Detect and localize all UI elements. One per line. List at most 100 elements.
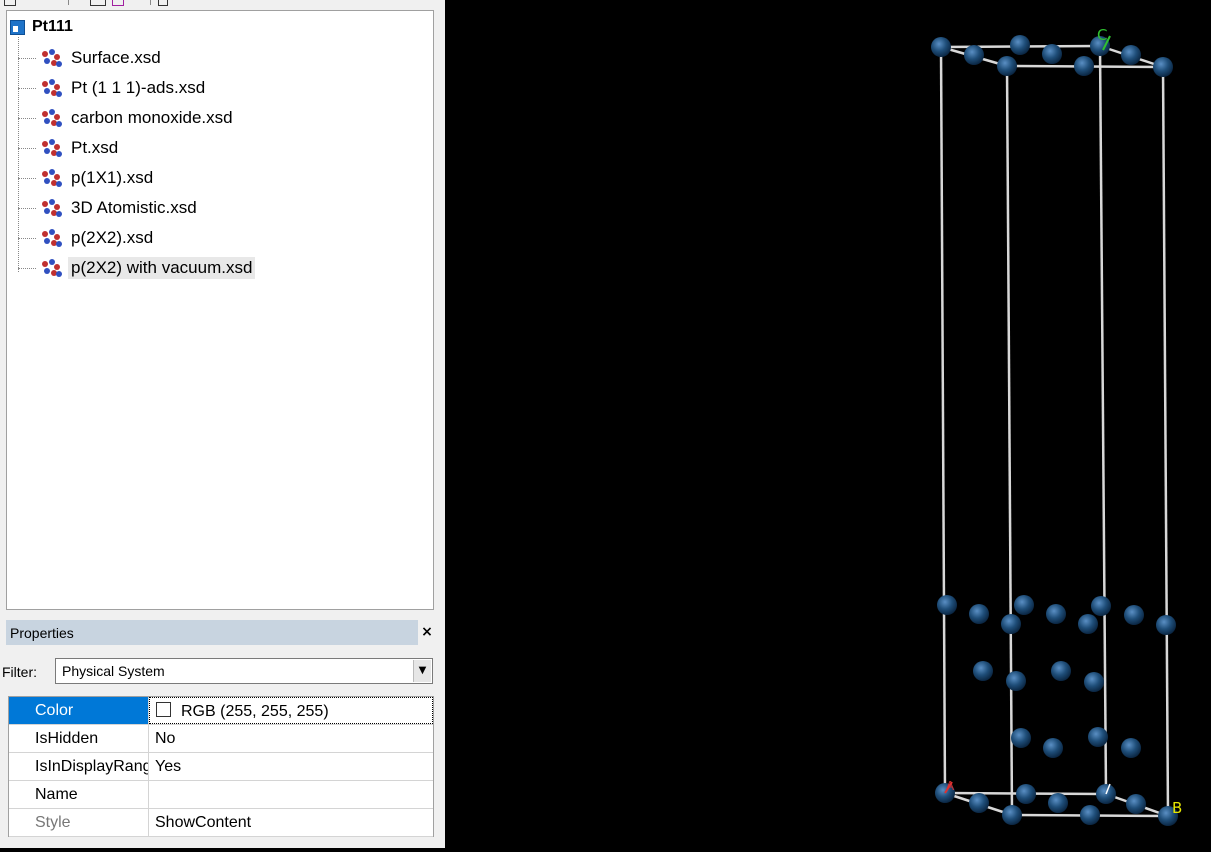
property-row[interactable]: Name xyxy=(9,781,433,809)
properties-header: Properties xyxy=(6,620,418,645)
property-value[interactable]: Yes xyxy=(149,753,433,780)
properties-title: Properties xyxy=(10,624,74,641)
tree-item[interactable]: p(2X2) with vacuum.xsd xyxy=(18,256,256,280)
molecule-icon xyxy=(40,169,62,187)
toolbar-button-icon[interactable] xyxy=(90,0,106,6)
property-value-text: ShowContent xyxy=(155,814,252,831)
pt-atom[interactable] xyxy=(1016,784,1036,804)
tree-item[interactable]: p(2X2).xsd xyxy=(18,226,156,250)
pt-atom[interactable] xyxy=(931,37,951,57)
property-value-text: No xyxy=(155,730,176,747)
pt-atom[interactable] xyxy=(1011,728,1031,748)
pt-atom[interactable] xyxy=(1121,45,1141,65)
chevron-down-icon[interactable]: ▼ xyxy=(413,660,431,682)
tree-item-label: 3D Atomistic.xsd xyxy=(71,198,197,217)
molecule-icon xyxy=(40,229,62,247)
pt-atom[interactable] xyxy=(1126,794,1146,814)
pt-atom[interactable] xyxy=(1048,793,1068,813)
structure-viewer[interactable]: B C A xyxy=(445,0,1211,848)
filter-select[interactable]: Physical System ▼ xyxy=(55,658,433,684)
unit-cell-edge xyxy=(939,46,947,794)
property-name: Style xyxy=(9,809,149,836)
pt-atom[interactable] xyxy=(1091,596,1111,616)
property-grid: Color RGB (255, 255, 255) IsHidden No IsInDi… xyxy=(8,696,434,837)
property-row[interactable]: IsHidden No xyxy=(9,725,433,753)
property-value[interactable] xyxy=(149,781,433,808)
pt-atom[interactable] xyxy=(1074,56,1094,76)
property-row[interactable]: Color RGB (255, 255, 255) xyxy=(9,697,433,725)
pt-atom[interactable] xyxy=(997,56,1017,76)
filter-value: Physical System xyxy=(62,663,165,679)
filter-label: Filter: xyxy=(2,664,37,680)
tree-item-label: p(1X1).xsd xyxy=(71,168,154,187)
tree-root-pt111[interactable]: Pt111 xyxy=(10,17,73,37)
pt-atom[interactable] xyxy=(1042,44,1062,64)
tree-item[interactable]: Pt.xsd xyxy=(18,136,121,160)
property-value[interactable]: ShowContent xyxy=(149,809,433,836)
property-row[interactable]: IsInDisplayRange Yes xyxy=(9,753,433,781)
pt-atom[interactable] xyxy=(1124,605,1144,625)
property-name: IsHidden xyxy=(9,725,149,752)
pt-atom[interactable] xyxy=(1002,805,1022,825)
tree-connector xyxy=(18,147,36,149)
tree-connector xyxy=(18,237,36,239)
pt-atom[interactable] xyxy=(1051,661,1071,681)
molecule-icon xyxy=(40,139,62,157)
pt-atom[interactable] xyxy=(1001,614,1021,634)
tree-item[interactable]: 3D Atomistic.xsd xyxy=(18,196,200,220)
molecule-icon xyxy=(40,109,62,127)
property-name: Color xyxy=(9,697,149,724)
color-swatch[interactable] xyxy=(156,702,171,718)
toolbar-button-icon[interactable] xyxy=(158,0,168,6)
property-row[interactable]: Style ShowContent xyxy=(9,809,433,837)
pt-atom[interactable] xyxy=(1121,738,1141,758)
pt-atom[interactable] xyxy=(1088,727,1108,747)
tree-item[interactable]: carbon monoxide.xsd xyxy=(18,106,236,130)
property-name: IsInDisplayRange xyxy=(9,753,149,780)
pt-atom[interactable] xyxy=(1156,615,1176,635)
pt-atom[interactable] xyxy=(1046,604,1066,624)
project-tree[interactable]: Pt111 Surface.xsd Pt (1 1 1)-ads.xsd carbo… xyxy=(6,10,434,610)
pt-atom[interactable] xyxy=(1043,738,1063,758)
property-value[interactable]: No xyxy=(149,725,433,752)
pt-atom[interactable] xyxy=(1080,805,1100,825)
property-value-text: RGB (255, 255, 255) xyxy=(181,703,329,720)
tree-connector xyxy=(18,117,36,119)
axis-b-label: B xyxy=(1172,799,1182,817)
filter-row: Filter: Physical System ▼ xyxy=(0,657,440,685)
pt-atom[interactable] xyxy=(1078,614,1098,634)
property-name: Name xyxy=(9,781,149,808)
pt-atom[interactable] xyxy=(969,604,989,624)
property-value[interactable]: RGB (255, 255, 255) xyxy=(149,697,433,724)
pt-atom[interactable] xyxy=(937,595,957,615)
tree-item-label: carbon monoxide.xsd xyxy=(71,108,233,127)
molecule-icon xyxy=(40,259,62,277)
pt-atom[interactable] xyxy=(1014,595,1034,615)
tree-connector xyxy=(18,177,36,179)
crystal-cell-canvas[interactable]: B C A xyxy=(445,0,1211,848)
tree-item-label: p(2X2) with vacuum.xsd xyxy=(68,257,256,279)
tree-item[interactable]: Pt (1 1 1)-ads.xsd xyxy=(18,76,208,100)
pt-atom[interactable] xyxy=(1006,671,1026,691)
unit-cell-edge xyxy=(1161,66,1170,817)
tree-item[interactable]: Surface.xsd xyxy=(18,46,164,70)
pt-atom[interactable] xyxy=(1010,35,1030,55)
axis-a-label: A xyxy=(946,779,955,793)
pt-atom[interactable] xyxy=(1153,57,1173,77)
tree-item-label: Surface.xsd xyxy=(71,48,161,67)
pt-atom[interactable] xyxy=(973,661,993,681)
molecule-icon xyxy=(40,199,62,217)
toolbar-button-icon[interactable] xyxy=(4,0,16,6)
tree-connector xyxy=(18,267,36,269)
pt-atom[interactable] xyxy=(1084,672,1104,692)
close-icon[interactable]: × xyxy=(420,622,434,642)
toolbar-button-icon[interactable] xyxy=(112,0,124,6)
tree-item-label: Pt (1 1 1)-ads.xsd xyxy=(71,78,206,97)
explorer-panel: Pt111 Surface.xsd Pt (1 1 1)-ads.xsd carbo… xyxy=(0,0,445,848)
property-value-text: Yes xyxy=(155,758,182,775)
tree-root-label: Pt111 xyxy=(32,18,73,35)
pt-atom[interactable] xyxy=(969,793,989,813)
molecule-icon xyxy=(40,49,62,67)
tree-item[interactable]: p(1X1).xsd xyxy=(18,166,156,190)
pt-atom[interactable] xyxy=(964,45,984,65)
